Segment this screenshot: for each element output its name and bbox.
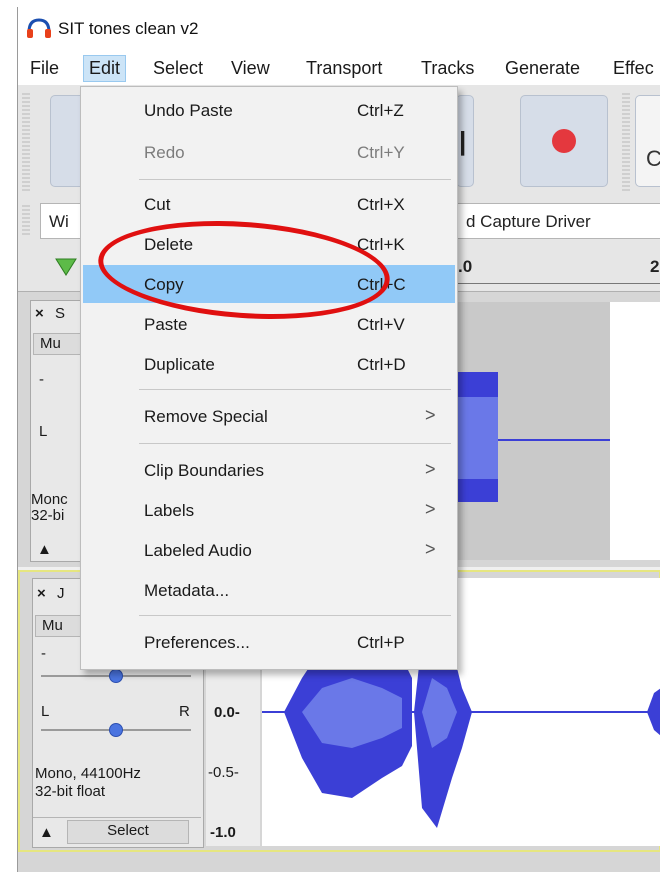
menu-item-label: Clip Boundaries bbox=[144, 461, 265, 480]
menu-edit[interactable]: Edit bbox=[83, 55, 127, 82]
menu-item-labels[interactable]: Labels > bbox=[83, 491, 455, 529]
menu-tracks[interactable]: Tracks bbox=[415, 55, 480, 82]
track-2-pan-right: R bbox=[179, 703, 190, 720]
play-head-icon[interactable] bbox=[54, 257, 78, 277]
track-1-waveform[interactable] bbox=[458, 302, 610, 560]
menu-item-label: Remove Special bbox=[144, 407, 268, 426]
track-2-close-button[interactable]: × bbox=[37, 585, 46, 602]
menu-item-shortcut: Ctrl+X bbox=[357, 195, 405, 214]
track-2-format: Mono, 44100Hz bbox=[35, 765, 141, 782]
title-bar: SIT tones clean v2 bbox=[18, 7, 660, 49]
menu-item-shortcut: Ctrl+Y bbox=[357, 143, 405, 162]
recording-device-value: d Capture Driver bbox=[466, 212, 591, 231]
menu-view[interactable]: View bbox=[225, 55, 276, 82]
record-icon bbox=[552, 129, 576, 153]
menu-transport[interactable]: Transport bbox=[300, 55, 388, 82]
menu-separator bbox=[139, 389, 451, 390]
track-2-select-button[interactable]: Select bbox=[67, 820, 189, 844]
record-button[interactable] bbox=[520, 95, 608, 187]
menu-generate[interactable]: Generate bbox=[499, 55, 586, 82]
menu-item-shortcut: Ctrl+V bbox=[357, 315, 405, 334]
menu-item-remove-special[interactable]: Remove Special > bbox=[83, 397, 455, 435]
tool-glyph: C bbox=[646, 146, 660, 172]
track-1-close-button[interactable]: × bbox=[35, 305, 44, 322]
track-1-bitdepth: 32-bi bbox=[31, 507, 65, 524]
skip-end-icon: | bbox=[459, 126, 467, 156]
menu-item-preferences[interactable]: Preferences... Ctrl+P bbox=[83, 623, 455, 661]
menu-item-shortcut: Ctrl+D bbox=[357, 355, 406, 374]
submenu-arrow-icon: > bbox=[425, 539, 436, 559]
menu-item-label: Undo Paste bbox=[144, 101, 233, 120]
status-bar bbox=[18, 852, 660, 872]
track-2-bottom-row: ▲ Select bbox=[33, 817, 201, 846]
ruler-baseline bbox=[458, 283, 660, 284]
track-2-scale-neg-half: -0.5- bbox=[208, 764, 239, 781]
ruler-label-1: .0 bbox=[458, 257, 473, 276]
track-1-format: Monc bbox=[31, 491, 68, 508]
submenu-arrow-icon: > bbox=[425, 459, 436, 479]
menu-file[interactable]: File bbox=[24, 55, 65, 82]
menu-item-undo-paste[interactable]: Undo Paste Ctrl+Z bbox=[83, 91, 455, 129]
menu-item-label: Metadata... bbox=[144, 581, 230, 600]
track-1-pan-left: L bbox=[39, 423, 48, 440]
menu-item-cut[interactable]: Cut Ctrl+X bbox=[83, 185, 455, 223]
audio-host-value: Wi bbox=[49, 212, 69, 231]
track-2-scale-zero: 0.0- bbox=[214, 704, 240, 721]
submenu-arrow-icon: > bbox=[425, 405, 436, 425]
device-toolbar-grip[interactable] bbox=[22, 205, 30, 237]
edit-menu-dropdown: Undo Paste Ctrl+Z Redo Ctrl+Y Cut Ctrl+X… bbox=[80, 86, 458, 670]
menu-item-shortcut: Ctrl+P bbox=[357, 633, 405, 652]
toolbar-grip-2[interactable] bbox=[622, 93, 630, 191]
menu-item-label: Duplicate bbox=[144, 355, 215, 374]
menu-item-metadata[interactable]: Metadata... bbox=[83, 571, 455, 609]
menu-item-label: Preferences... bbox=[144, 633, 250, 652]
track-2-name[interactable]: J bbox=[57, 585, 65, 602]
toolbar-grip[interactable] bbox=[22, 93, 30, 191]
ruler-label-2: 2 bbox=[650, 257, 660, 276]
track-2-bitdepth: 32-bit float bbox=[35, 783, 106, 800]
menu-select[interactable]: Select bbox=[147, 55, 209, 82]
track-2-collapse-button[interactable]: ▲ bbox=[39, 824, 54, 841]
menu-item-label: Redo bbox=[144, 143, 185, 162]
menu-item-label: Cut bbox=[144, 195, 171, 214]
menu-separator bbox=[139, 179, 451, 180]
track-2-pan-left: L bbox=[41, 703, 50, 720]
track-2-scale-neg-one: -1.0 bbox=[210, 824, 236, 841]
menu-item-shortcut: Ctrl+Z bbox=[357, 101, 404, 120]
track-1-gain-minus: - bbox=[39, 371, 44, 388]
menu-item-label: Labels bbox=[144, 501, 195, 520]
menu-item-redo: Redo Ctrl+Y bbox=[83, 133, 455, 171]
menu-separator bbox=[139, 443, 451, 444]
track-1-collapse-button[interactable]: ▲ bbox=[37, 541, 52, 558]
menu-item-duplicate[interactable]: Duplicate Ctrl+D bbox=[83, 345, 455, 383]
menu-item-clip-boundaries[interactable]: Clip Boundaries > bbox=[83, 451, 455, 489]
tools-panel[interactable]: C bbox=[635, 95, 660, 187]
menu-effect[interactable]: Effec bbox=[607, 55, 660, 82]
track-1-empty-area[interactable] bbox=[610, 302, 660, 560]
menu-item-labeled-audio[interactable]: Labeled Audio > bbox=[83, 531, 455, 569]
track-2-gain-thumb[interactable] bbox=[109, 669, 123, 683]
window-title: SIT tones clean v2 bbox=[58, 19, 199, 38]
track-2-gain-minus: - bbox=[41, 645, 46, 662]
track-1-name[interactable]: S bbox=[55, 305, 65, 322]
track-2-pan-thumb[interactable] bbox=[109, 723, 123, 737]
submenu-arrow-icon: > bbox=[425, 499, 436, 519]
recording-device-select[interactable]: d Capture Driver bbox=[458, 203, 660, 239]
track-1-waveform-graphic bbox=[458, 372, 610, 502]
skip-end-button[interactable]: | bbox=[456, 95, 474, 187]
menu-separator bbox=[139, 615, 451, 616]
menu-item-label: Labeled Audio bbox=[144, 541, 252, 560]
menu-item-label: Paste bbox=[144, 315, 188, 334]
headphones-app-icon bbox=[27, 18, 51, 38]
